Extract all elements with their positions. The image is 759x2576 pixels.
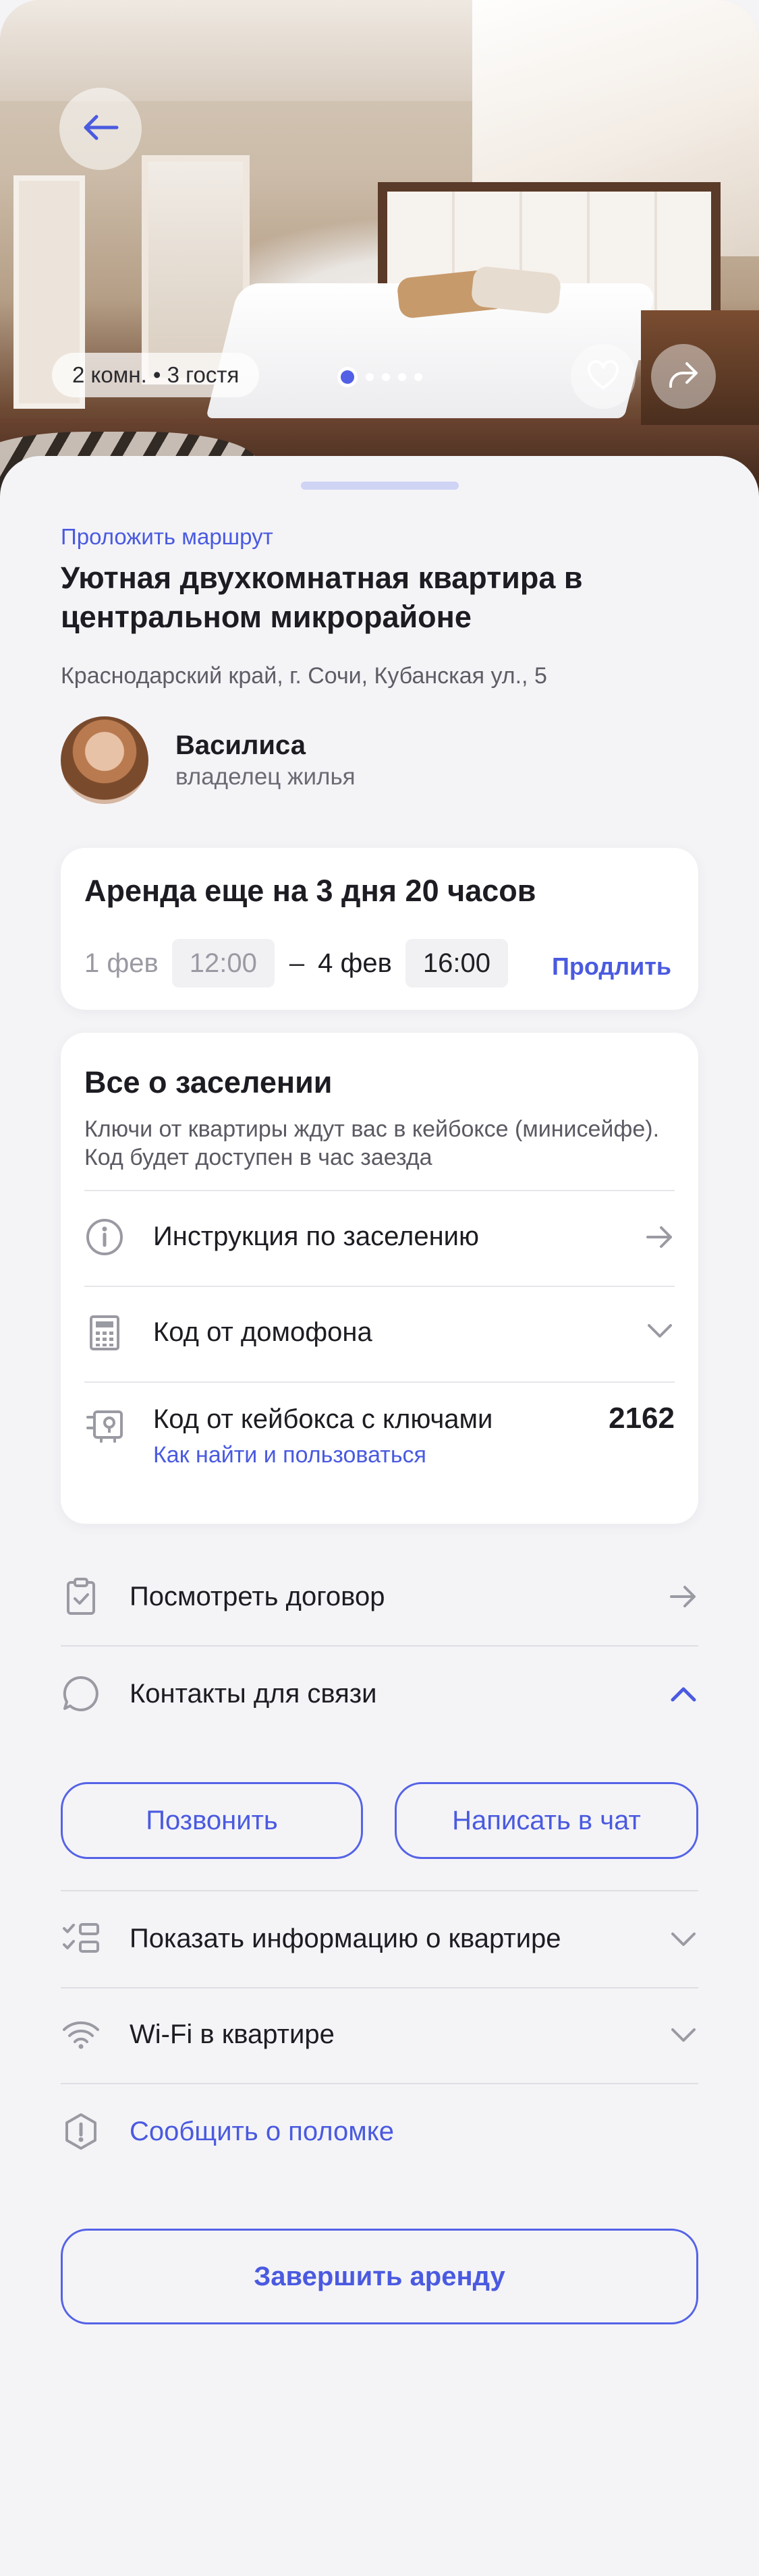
- contacts-label: Контакты для связи: [130, 1679, 377, 1709]
- apartment-info-row[interactable]: Показать информацию о квартире: [61, 1890, 698, 1988]
- host-info[interactable]: Василиса владелец жилья: [61, 716, 356, 804]
- checkin-card: Все о заселении Ключи от квартиры ждут в…: [61, 1033, 698, 1524]
- carousel-dot[interactable]: [398, 373, 406, 381]
- carousel-dot[interactable]: [414, 373, 422, 381]
- start-date: 1 фев: [84, 948, 159, 978]
- checklist-icon: [61, 1918, 101, 1959]
- rental-dates: 1 фев 12:00 – 4 фев 16:00: [84, 939, 508, 988]
- arrow-right-icon: [669, 1583, 698, 1613]
- favorite-button[interactable]: [571, 344, 636, 409]
- arrow-left-icon: [82, 114, 119, 144]
- chevron-down-icon: [645, 1321, 675, 1344]
- keybox-icon: [84, 1406, 125, 1446]
- call-button[interactable]: Позвонить: [61, 1782, 363, 1859]
- host-name: Василиса: [175, 731, 306, 760]
- wifi-label: Wi-Fi в квартире: [130, 2020, 335, 2049]
- report-issue-row[interactable]: Сообщить о поломке: [61, 2084, 698, 2180]
- end-date: 4 фев: [318, 948, 392, 978]
- share-icon: [667, 360, 700, 394]
- checkin-instructions-label: Инструкция по заселению: [153, 1222, 480, 1251]
- rooms-guests-chip: 2 комн. • 3 гостя: [52, 353, 260, 397]
- carousel-dot[interactable]: [382, 373, 390, 381]
- sheet-drag-handle[interactable]: [301, 482, 459, 490]
- keybox-code-value: 2162: [609, 1402, 675, 1435]
- rental-remaining-title: Аренда еще на 3 дня 20 часов: [84, 874, 536, 908]
- extend-rental-link[interactable]: Продлить: [552, 952, 671, 981]
- intercom-code-label: Код от домофона: [153, 1317, 372, 1347]
- rental-period-card: Аренда еще на 3 дня 20 часов 1 фев 12:00…: [61, 848, 698, 1010]
- chevron-down-icon: [669, 2025, 698, 2049]
- apartment-info-label: Показать информацию о квартире: [130, 1924, 561, 1953]
- listing-address: Краснодарский край, г. Сочи, Кубанская у…: [61, 663, 547, 689]
- carousel-dot-active[interactable]: [337, 367, 358, 387]
- apartment-photo-carousel[interactable]: 2 комн. • 3 гостя: [0, 0, 759, 499]
- carousel-indicator: [337, 367, 422, 387]
- rental-details-screen: 2 комн. • 3 гостя Проложить маршрут Уютн…: [0, 0, 759, 2576]
- arrow-right-icon: [645, 1224, 675, 1254]
- listing-title: Уютная двухкомнатная квартира в централь…: [61, 561, 583, 634]
- route-link[interactable]: Проложить маршрут: [61, 524, 273, 550]
- start-time: 12:00: [171, 939, 275, 988]
- keybox-code-label: Код от кейбокса с ключами: [153, 1404, 493, 1434]
- checkin-instructions-row[interactable]: Инструкция по заселению: [84, 1190, 675, 1286]
- view-contract-label: Посмотреть договор: [130, 1582, 385, 1611]
- host-avatar: [61, 716, 148, 804]
- wifi-row[interactable]: Wi-Fi в квартире: [61, 1987, 698, 2084]
- report-issue-label: Сообщить о поломке: [130, 2117, 394, 2146]
- keybox-code-row: Код от кейбокса с ключами 2162 Как найти…: [84, 1381, 675, 1518]
- checkin-description: Ключи от квартиры ждут вас в кейбоксе (м…: [84, 1116, 660, 1170]
- view-contract-row[interactable]: Посмотреть договор: [61, 1549, 698, 1647]
- intercom-code-row[interactable]: Код от домофона: [84, 1286, 675, 1381]
- intercom-icon: [84, 1313, 125, 1353]
- contacts-row[interactable]: Контакты для связи: [61, 1647, 698, 1742]
- checkin-title: Все о заселении: [84, 1065, 333, 1099]
- write-chat-button[interactable]: Написать в чат: [395, 1782, 698, 1859]
- chevron-up-icon: [669, 1684, 698, 1708]
- chevron-down-icon: [669, 1929, 698, 1953]
- host-role: владелец жилья: [175, 764, 356, 790]
- heart-icon: [586, 360, 620, 394]
- chat-bubble-icon: [61, 1673, 101, 1714]
- back-button[interactable]: [59, 88, 142, 170]
- date-separator: –: [289, 948, 305, 978]
- share-button[interactable]: [651, 344, 716, 409]
- host-text: Василиса владелец жилья: [175, 728, 356, 792]
- finish-rent-button[interactable]: Завершить аренду: [61, 2229, 698, 2324]
- wifi-icon: [61, 2014, 101, 2055]
- clipboard-check-icon: [61, 1576, 101, 1617]
- carousel-dot[interactable]: [366, 373, 374, 381]
- details-sheet: Проложить маршрут Уютная двухкомнатная к…: [0, 456, 759, 2576]
- warning-icon: [61, 2111, 101, 2152]
- end-time: 16:00: [405, 939, 508, 988]
- keybox-howto-link[interactable]: Как найти и пользоваться: [153, 1442, 426, 1468]
- info-icon: [84, 1217, 125, 1257]
